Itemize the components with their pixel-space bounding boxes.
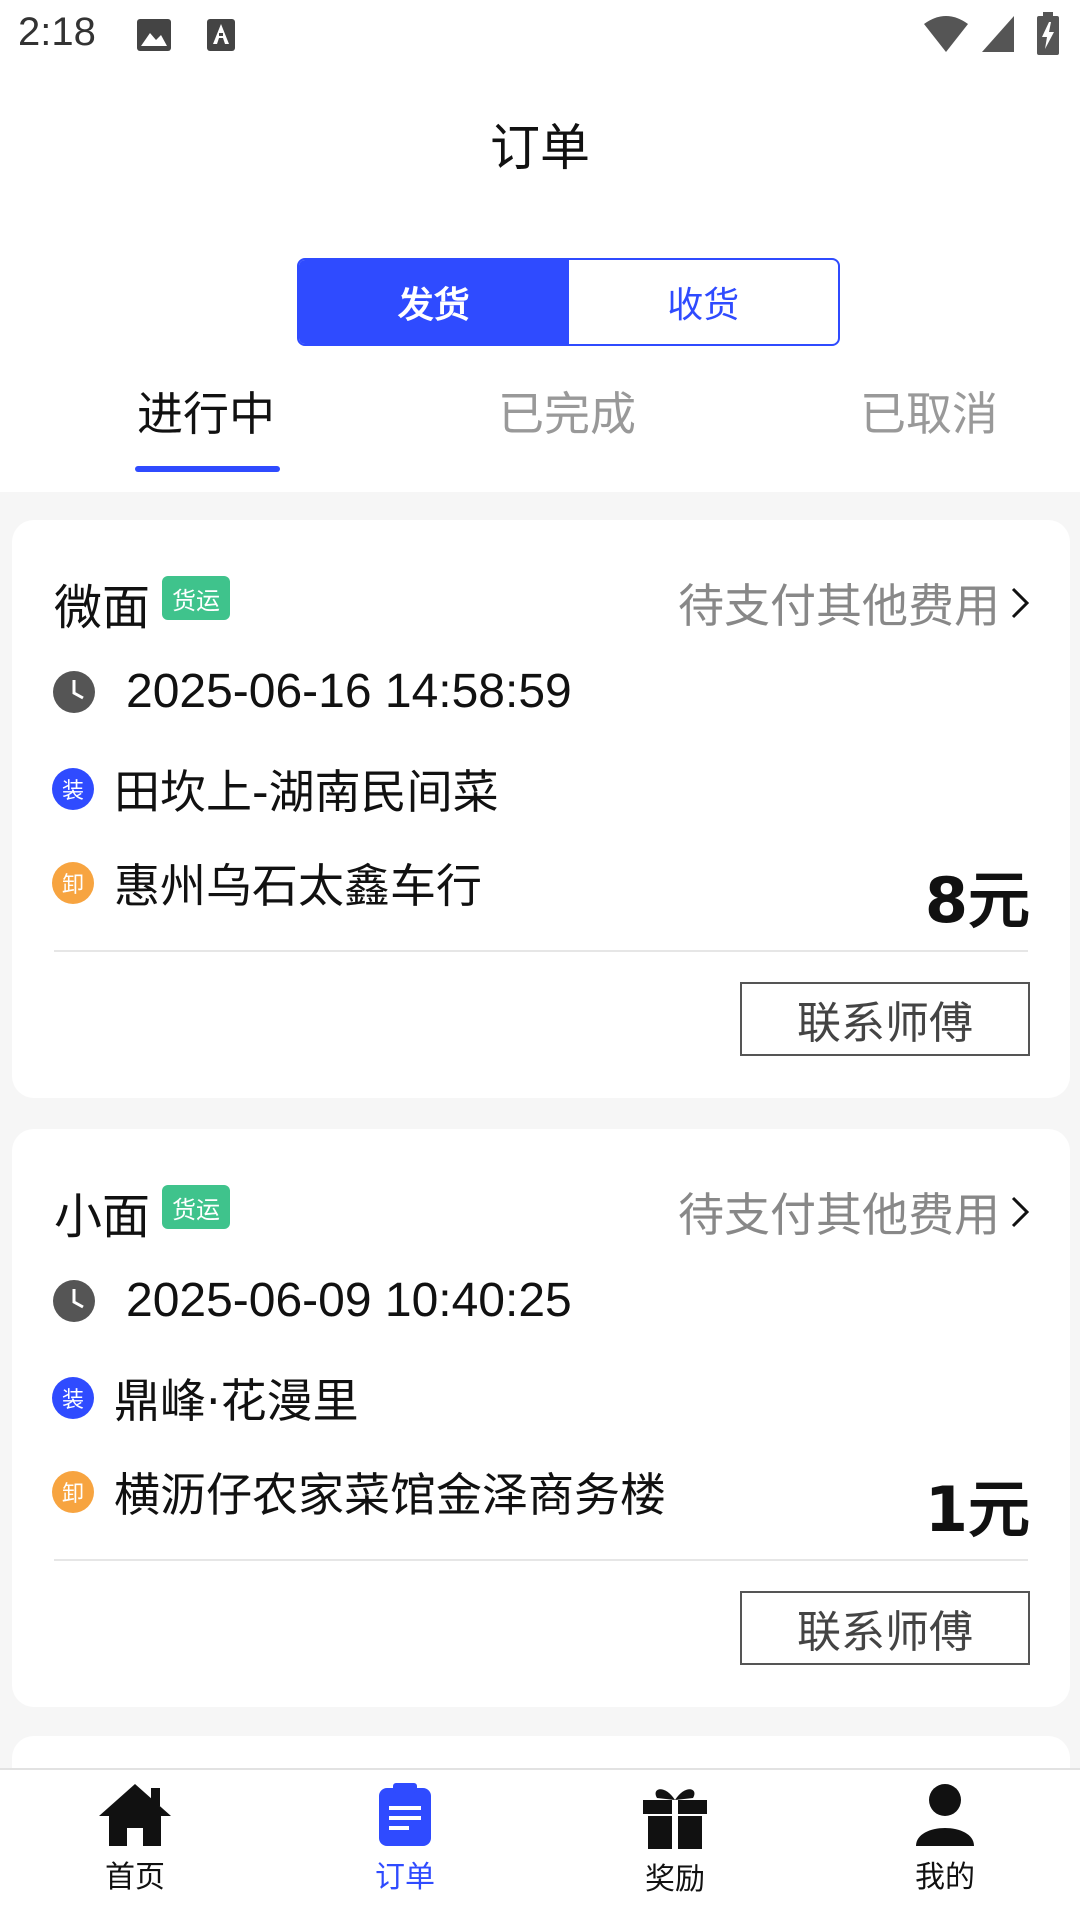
status-bar: 2:18: [0, 0, 1080, 72]
header: 订单 发货 收货 进行中 已完成 已取消: [0, 72, 1080, 492]
order-status-link[interactable]: 待支付其他费用: [678, 1179, 1030, 1245]
order-price: 1元: [924, 1473, 1030, 1546]
segment-receive[interactable]: 收货: [569, 260, 839, 344]
nav-me[interactable]: 我的: [845, 1782, 1045, 1896]
load-row: 装 田坎上-湖南民间菜: [52, 756, 499, 822]
home-icon: [99, 1784, 171, 1846]
nav-home-label: 首页: [105, 1860, 165, 1895]
nav-orders-label: 订单: [375, 1860, 435, 1895]
load-address: 田坎上-湖南民间菜: [114, 765, 499, 819]
unload-address: 横沥仔农家菜馆金泽商务楼: [114, 1468, 666, 1522]
page-title: 订单: [490, 119, 590, 177]
order-time: 2025-06-09 10:40:25: [126, 1274, 572, 1327]
clock-icon: [53, 670, 95, 713]
clock-icon: [53, 1279, 95, 1322]
nav-home[interactable]: 首页: [35, 1782, 235, 1896]
chevron-right-icon: [1011, 1196, 1030, 1228]
tab-cancelled[interactable]: 已取消: [860, 378, 998, 444]
order-tag: 货运: [162, 576, 230, 620]
order-card[interactable]: 微面 货运 待支付其他费用 2025-06-16 14:58:59 装 田坎上-…: [12, 520, 1070, 1098]
vehicle-type: 微面: [54, 580, 151, 636]
order-card[interactable]: 小面 货运 待支付其他费用 2025-06-09 10:40:25 装 鼎峰·花…: [12, 1129, 1070, 1707]
tab-underline: [135, 466, 280, 472]
order-time-row: 2025-06-09 10:40:25: [52, 1273, 572, 1328]
signal-icon: [982, 16, 1014, 52]
status-time: 2:18: [18, 10, 96, 54]
order-time-row: 2025-06-16 14:58:59: [52, 664, 572, 719]
segment-ship[interactable]: 发货: [299, 260, 569, 344]
load-address: 鼎峰·花漫里: [114, 1374, 359, 1428]
unload-row: 卸 横沥仔农家菜馆金泽商务楼: [52, 1459, 666, 1525]
vehicle-type: 小面: [54, 1189, 151, 1245]
nav-me-label: 我的: [915, 1860, 975, 1895]
load-row: 装 鼎峰·花漫里: [52, 1365, 359, 1431]
user-icon: [916, 1784, 974, 1846]
order-status-link[interactable]: 待支付其他费用: [678, 570, 1030, 636]
nav-rewards[interactable]: 奖励: [575, 1782, 775, 1898]
ship-receive-segment: 发货 收货: [297, 258, 840, 346]
order-tag: 货运: [162, 1185, 230, 1229]
contact-driver-button[interactable]: 联系师傅: [740, 982, 1030, 1056]
order-time: 2025-06-16 14:58:59: [126, 665, 572, 718]
unload-address: 惠州乌石太鑫车行: [114, 859, 482, 913]
unload-badge: 卸: [52, 862, 94, 904]
nav-rewards-label: 奖励: [645, 1862, 705, 1897]
card-divider: [54, 1559, 1028, 1561]
card-divider: [54, 950, 1028, 952]
tab-in-progress[interactable]: 进行中: [137, 378, 275, 444]
bottom-nav: 首页 订单 奖励 我的: [0, 1768, 1080, 1922]
unload-row: 卸 惠州乌石太鑫车行: [52, 850, 482, 916]
order-status: 待支付其他费用: [678, 579, 1000, 633]
chevron-right-icon: [1011, 587, 1030, 619]
unload-badge: 卸: [52, 1471, 94, 1513]
load-badge: 装: [52, 768, 94, 810]
gift-icon: [643, 1789, 707, 1849]
load-badge: 装: [52, 1377, 94, 1419]
wifi-icon: [924, 16, 968, 52]
order-price: 8元: [924, 864, 1030, 937]
nav-orders[interactable]: 订单: [305, 1782, 505, 1896]
status-tabs: 进行中 已完成 已取消: [0, 378, 1080, 478]
image-notification-icon: [137, 19, 171, 51]
contact-driver-button[interactable]: 联系师傅: [740, 1591, 1030, 1665]
text-notification-icon: [207, 19, 235, 51]
order-status: 待支付其他费用: [678, 1188, 1000, 1242]
battery-charging-icon: [1037, 12, 1059, 55]
tab-completed[interactable]: 已完成: [498, 378, 636, 444]
order-icon: [379, 1783, 431, 1846]
